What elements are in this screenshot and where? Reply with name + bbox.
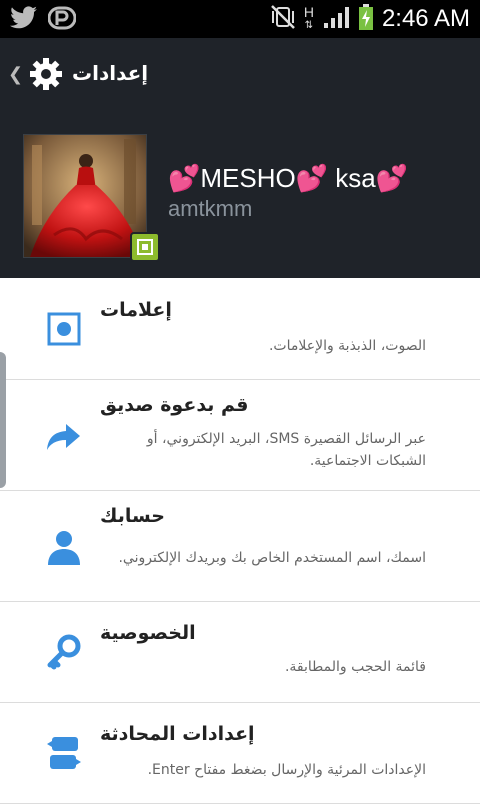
chevron-left-icon[interactable]: ❮	[8, 64, 23, 85]
settings-item-notifications[interactable]: إعلامات الصوت، الذبذبة والإعلامات.	[0, 279, 480, 380]
side-panel-handle[interactable]	[0, 352, 6, 488]
settings-item-desc: قائمة الحجب والمطابقة.	[284, 659, 426, 675]
avatar[interactable]	[23, 134, 147, 258]
signal-bars-icon	[322, 4, 350, 34]
profile-header: 💕MESHO💕 ksa💕 amtkmm	[0, 110, 480, 278]
hspa-network-icon: H ⇅	[303, 4, 314, 31]
periscope-p-icon	[47, 6, 77, 34]
settings-list: إعلامات الصوت، الذبذبة والإعلامات. قم بد…	[0, 279, 480, 804]
settings-item-desc: الصوت، الذبذبة والإعلامات.	[268, 338, 426, 354]
settings-item-title: الخصوصية	[100, 622, 196, 644]
status-bar: H ⇅ 2:46 AM	[0, 0, 480, 38]
network-type-label: H	[303, 4, 314, 20]
avatar-badge	[130, 232, 160, 262]
settings-item-title: حسابك	[100, 505, 165, 527]
badge-square-icon	[137, 239, 153, 255]
settings-item-title: إعلامات	[100, 299, 172, 321]
key-icon	[44, 632, 84, 672]
settings-item-title: إعدادات المحادثة	[100, 723, 255, 745]
settings-item-desc: عبر الرسائل القصيرة SMS، البريد الإلكترو…	[146, 431, 426, 469]
battery-charging-icon	[358, 3, 374, 35]
settings-item-invite-friend[interactable]: قم بدعوة صديق عبر الرسائل القصيرة SMS، ا…	[0, 380, 480, 491]
display-name: 💕MESHO💕 ksa💕	[168, 163, 409, 193]
twitter-bird-icon	[10, 6, 38, 34]
username-handle: amtkmm	[168, 196, 253, 221]
user-icon	[44, 527, 84, 567]
action-bar: ❮ إعدادات	[0, 38, 480, 110]
settings-item-desc: اسمك، اسم المستخدم الخاص بك وبريدك الإلك…	[118, 550, 426, 566]
settings-item-chat-settings[interactable]: إعدادات المحادثة الإعدادات المرئية والإر…	[0, 703, 480, 804]
settings-item-privacy[interactable]: الخصوصية قائمة الحجب والمطابقة.	[0, 602, 480, 703]
notifications-icon	[44, 309, 84, 349]
chat-settings-icon	[44, 733, 84, 773]
vibrate-mute-icon	[270, 3, 296, 35]
gear-icon[interactable]	[28, 56, 64, 92]
page-title: إعدادات	[72, 61, 149, 85]
settings-item-account[interactable]: حسابك اسمك، اسم المستخدم الخاص بك وبريدك…	[0, 491, 480, 602]
settings-item-desc: الإعدادات المرئية والإرسال بضغط مفتاح En…	[147, 762, 426, 778]
share-arrow-icon	[44, 416, 84, 456]
settings-item-title: قم بدعوة صديق	[100, 394, 249, 416]
clock: 2:46 AM	[381, 5, 470, 32]
